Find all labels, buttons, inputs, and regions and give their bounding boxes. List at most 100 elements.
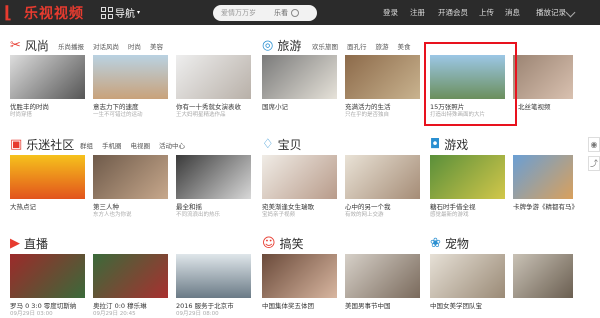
video-subcaption: 09月29日 08:00 [176,311,219,317]
subnav-item[interactable]: 面孔行 [347,41,367,51]
chat-icon: ▣ [10,137,23,152]
video-thumbnail[interactable] [10,155,85,199]
register-link[interactable]: 注册 [410,7,425,18]
grid-icon [101,6,113,19]
match-time: 09月29日 03:00 [10,311,53,317]
subnav-item[interactable]: 对话风尚 [93,41,119,51]
video-caption[interactable]: 美国男事节中国 [345,300,423,310]
video-subcaption: 一生不可错过的运动 [93,112,143,118]
section-label: 乐迷社区 [26,138,75,152]
history-link[interactable]: 播放记录 [536,7,566,18]
video-caption[interactable]: 大热点记 [10,201,88,211]
subnav-item[interactable]: 美容 [150,41,163,51]
section-label: 搞笑 [279,237,304,251]
video-thumbnail[interactable] [262,254,337,298]
travel-subnav: 欢乐旅图 面孔行 旅游 美食 [312,41,411,51]
gamepad-icon: ◘ [430,137,441,152]
video-caption[interactable]: 中国女美学团队宝 [430,300,508,310]
video-thumbnail[interactable] [262,55,337,99]
section-label: 宝贝 [277,138,302,152]
community-subnav: 群组 手机圈 电视圈 活动中心 [80,140,185,150]
section-fashion-title[interactable]: ✂ 风尚 [10,37,49,54]
video-subcaption: 感觉最新的游戏 [430,212,469,218]
video-thumbnail[interactable] [10,254,85,298]
messages-link[interactable]: 消息 [505,7,520,18]
subnav-item[interactable]: 活动中心 [159,140,185,150]
video-thumbnail[interactable] [176,254,251,298]
vip-link[interactable]: 开通会员 [438,7,468,18]
highlight-box [424,42,517,126]
video-thumbnail[interactable] [176,155,251,199]
video-thumbnail[interactable] [176,55,251,99]
letv-logo-icon: ⌊ [4,2,12,23]
user-icon[interactable]: ◉ [588,137,600,152]
section-label: 直播 [24,237,49,251]
video-subcaption: 09月29日 20:45 [93,311,136,317]
smile-icon: ☺ [262,236,276,251]
balloon-icon: ◎ [262,38,274,53]
video-subcaption: 东方人也为你说 [93,212,132,218]
section-label: 风尚 [24,39,49,53]
search-icon [291,9,299,17]
video-thumbnail[interactable] [430,254,505,298]
subnav-item[interactable]: 欢乐旅图 [312,41,338,51]
video-subcaption: 有效的网上交游 [345,212,384,218]
subnav-item[interactable]: 美食 [398,41,411,51]
video-thumbnail[interactable] [93,254,168,298]
section-baby-title[interactable]: ♢ 宝贝 [262,136,302,153]
fashion-subnav: 乐尚播报 对话风尚 时尚 美容 [58,41,163,51]
login-link[interactable]: 登录 [383,7,398,18]
video-thumbnail[interactable] [513,55,573,99]
video-subcaption: 宝妈亲子视频 [262,212,296,218]
search-button[interactable]: 乐看 [274,5,317,21]
section-label: 旅游 [277,39,302,53]
nav-menu[interactable]: 导航 ▾ [101,5,140,20]
section-pets-title[interactable]: ❀ 宠物 [430,235,469,252]
video-subcaption: 不同流浪出的热乐 [176,212,221,218]
video-caption[interactable]: 国席小记 [262,101,340,111]
section-games-title[interactable]: ◘ 游戏 [430,136,468,153]
chevron-down-icon: ▾ [137,9,141,16]
video-subcaption: 只在乎的是否独自 [345,112,390,118]
share-icon[interactable]: ⤴ [588,156,600,171]
video-caption[interactable]: 北丝笔视频 [518,101,573,111]
video-subcaption: 王大妈明星精选作品 [176,112,226,118]
subnav-item[interactable]: 群组 [80,140,93,150]
top-bar: ⌊ 乐视视频 导航 ▾ 爱情万万岁 乐看 登录 注册 开通会员 上传 消息 播放… [0,0,600,25]
video-caption[interactable]: 卡牌争游《精都有马》 [513,201,575,211]
subnav-item[interactable]: 时尚 [128,41,141,51]
video-subcaption: 时尚穿搭 [10,112,33,118]
hanger-icon: ✂ [10,38,21,53]
logo[interactable]: ⌊ 乐视视频 [4,3,84,22]
video-thumbnail[interactable] [513,155,573,199]
upload-icon[interactable] [565,7,576,18]
subnav-item[interactable]: 旅游 [376,41,389,51]
section-label: 游戏 [444,138,469,152]
camera-icon: ▶ [10,236,20,251]
section-live-title[interactable]: ▶ 直播 [10,235,48,252]
section-travel-title[interactable]: ◎ 旅游 [262,37,301,54]
video-subcaption: 09月29日 03:00 [10,309,88,317]
video-thumbnail[interactable] [345,55,420,99]
video-thumbnail[interactable] [262,155,337,199]
video-thumbnail[interactable] [513,254,573,298]
video-thumbnail[interactable] [345,254,420,298]
video-thumbnail[interactable] [93,155,168,199]
video-thumbnail[interactable] [10,55,85,99]
nav-label: 导航 [115,9,135,20]
video-thumbnail[interactable] [93,55,168,99]
pacifier-icon: ♢ [262,137,274,152]
upload-link[interactable]: 上传 [479,7,494,18]
section-community-title[interactable]: ▣ 乐迷社区 [10,136,74,153]
section-funny-title[interactable]: ☺ 搞笑 [262,235,304,252]
subnav-item[interactable]: 手机圈 [102,140,122,150]
search-label: 乐看 [274,9,288,17]
subnav-item[interactable]: 电视圈 [131,140,151,150]
video-thumbnail[interactable] [430,155,505,199]
subnav-item[interactable]: 乐尚播报 [58,41,84,51]
logo-text: 乐视视频 [24,5,84,22]
video-caption[interactable]: 中国集体奖五体团 [262,300,340,310]
paw-icon: ❀ [430,236,441,251]
section-label: 宠物 [444,237,469,251]
video-thumbnail[interactable] [345,155,420,199]
